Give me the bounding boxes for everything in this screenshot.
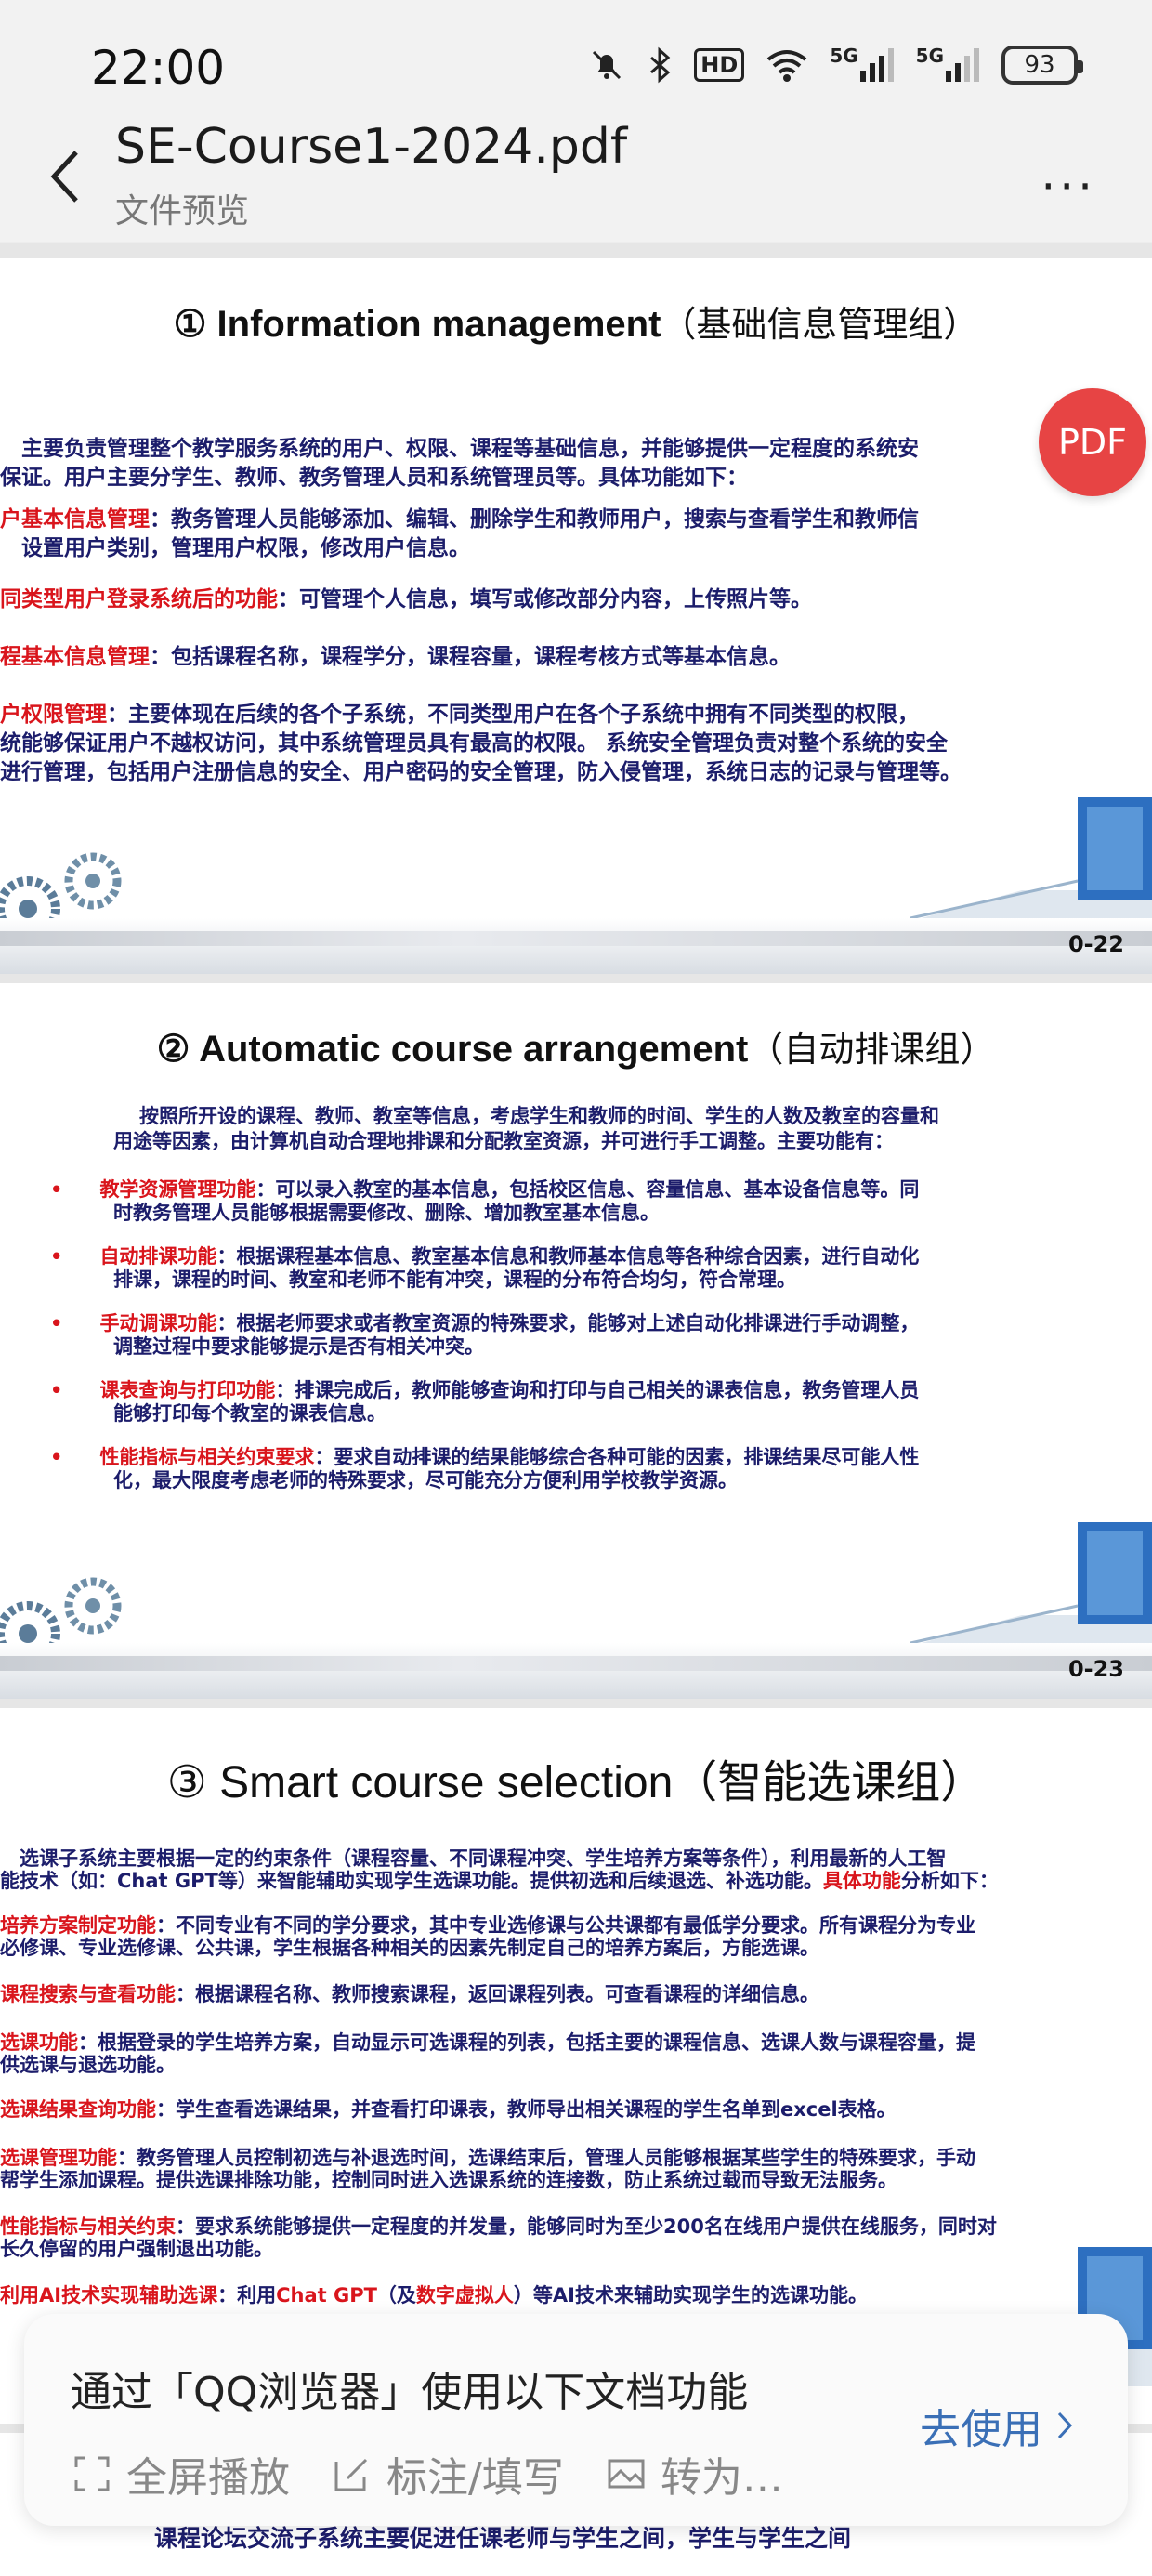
list-item: 同类型用户登录系统后的功能：可管理个人信息，填写或修改部分内容，上传照片等。 [0,587,812,611]
slide-title: ③ Smart course selection（智能选课组） [166,1758,986,1807]
5g-signal-icon: 5G [916,45,981,85]
page-number: 0-22 [1067,931,1124,957]
list-item: • 手动调课功能：根据老师要求或者教室资源的特殊要求，能够对上述自动化排课进行手动… [50,1312,920,1358]
list-item: 培养方案制定功能：不同专业有不同的学分要求，其中专业选修课与公共课都有最低学分要… [0,1914,975,1959]
annotate-action[interactable]: 标注/填写 [333,2444,564,2504]
slide-title: ① Information management（基础信息管理组） [173,304,979,345]
list-item: 性能指标与相关约束：要求系统能够提供一定程度的并发量，能够同时为至少200名在线… [0,2215,997,2260]
list-item: 课程搜索与查看功能：根据课程名称、教师搜索课程，返回课程列表。可查看课程的详细信… [0,1983,819,2005]
use-now-label: 去使用 [920,2406,1042,2453]
slide-floor [0,918,1152,974]
back-button[interactable] [37,139,93,214]
list-item: 选课功能：根据登录的学生培养方案，自动显示可选课程的列表，包括主要的课程信息、选… [0,2031,975,2076]
hd-icon: HD [694,48,745,82]
list-item: 户权限管理：主要体现在后续的各个子系统，不同类型用户在各个子系统中拥有不同类型的… [0,703,962,784]
wifi-icon [765,45,809,85]
5g-signal-icon: 5G [830,45,895,85]
page-number: 0-23 [1067,1656,1124,1682]
pdf-page: ② Automatic course arrangement（自动排课组） 按照… [0,983,1152,1699]
convert-action[interactable]: 转为… [607,2444,783,2504]
chevron-right-icon [1057,2412,1073,2439]
slide-intro: 主要负责管理整个教学服务系统的用户、权限、课程等基础信息，并能够提供一定程度的系… [0,437,919,490]
slide-intro: 课程论坛交流子系统主要促进任课老师与学生之间，学生与学生之间 [154,2525,852,2552]
fullscreen-icon [74,2456,110,2491]
prompt-actions: 全屏播放 标注/填写 转为… [72,2444,783,2504]
building-decoration [855,797,1152,937]
status-icons: HD 5G 5G 93 [588,45,1083,85]
slide-title: ② Automatic course arrangement（自动排课组） [156,1029,996,1070]
image-convert-icon [608,2459,645,2489]
pdf-badge-button[interactable]: PDF [1039,388,1146,496]
document-title: SE-Course1-2024.pdf [115,119,628,175]
battery-indicator: 93 [1001,46,1083,85]
edit-icon [334,2458,368,2491]
document-subtitle: 文件预览 [115,192,250,230]
fullscreen-action[interactable]: 全屏播放 [72,2444,290,2504]
use-now-button[interactable]: 去使用 [920,2396,1074,2455]
chevron-left-icon [50,151,78,203]
action-label: 转为… [660,2454,783,2502]
list-item: • 自动排课功能：根据课程基本信息、教室基本信息和教师基本信息等各种综合因素，进行… [50,1245,920,1291]
status-time: 22:00 [91,41,226,95]
list-item: 利用AI技术实现辅助选课：利用Chat GPT（及数字虚拟人）等AI技术来辅助实… [0,2284,868,2307]
top-bar: SE-Course1-2024.pdf 文件预览 ··· [0,112,1152,242]
list-item: 程基本信息管理：包括课程名称，课程学分，课程容量，课程考核方式等基本信息。 [0,645,791,669]
mute-bell-icon [588,45,625,85]
list-item: • 性能指标与相关约束要求：要求自动排课的结果能够综合各种可能的因素，排课结果尽可… [50,1446,920,1492]
feature-prompt-card: 通过「QQ浏览器」使用以下文档功能 全屏播放 标注/填写 转为… 去使用 [24,2314,1128,2526]
action-label: 标注/填写 [386,2454,564,2502]
list-item: 选课管理功能：教务管理人员控制初选与补退选时间，选课结束后，管理人员能够根据某些… [0,2147,975,2191]
slide-floor [0,1643,1152,1699]
building-decoration [855,1522,1152,1662]
list-item: • 教学资源管理功能：可以录入教室的基本信息，包括校区信息、容量信息、基本设备信息… [50,1178,920,1224]
pdf-viewer[interactable]: ① Information management（基础信息管理组） 主要负责管理… [0,243,1152,2576]
slide-divider [0,931,1152,946]
bluetooth-icon [646,45,674,85]
action-label: 全屏播放 [126,2454,290,2502]
slide-intro: 按照所开设的课程、教师、教室等信息，考虑学生和教师的时间、学生的人数及教室的容量… [113,1105,939,1152]
list-item: • 课表查询与打印功能：排课完成后，教师能够查询和打印与自己相关的课表信息，教务管… [50,1379,920,1425]
slide-divider [0,1656,1152,1671]
prompt-title: 通过「QQ浏览器」使用以下文档功能 [71,2369,749,2416]
slide-intro: 选课子系统主要根据一定的约束条件（课程容量、不同课程冲突、学生培养方案等条件），… [0,1847,999,1892]
pdf-page: ① Information management（基础信息管理组） 主要负责管理… [0,258,1152,974]
more-options-button[interactable]: ··· [1041,160,1096,214]
list-item: 选课结果查询功能：学生查看选课结果，并查看打印课表，教师导出相关课程的学生名单到… [0,2098,897,2121]
list-item: 户基本信息管理：教务管理人员能够添加、编辑、删除学生和教师用户，搜索与查看学生和… [0,507,919,560]
